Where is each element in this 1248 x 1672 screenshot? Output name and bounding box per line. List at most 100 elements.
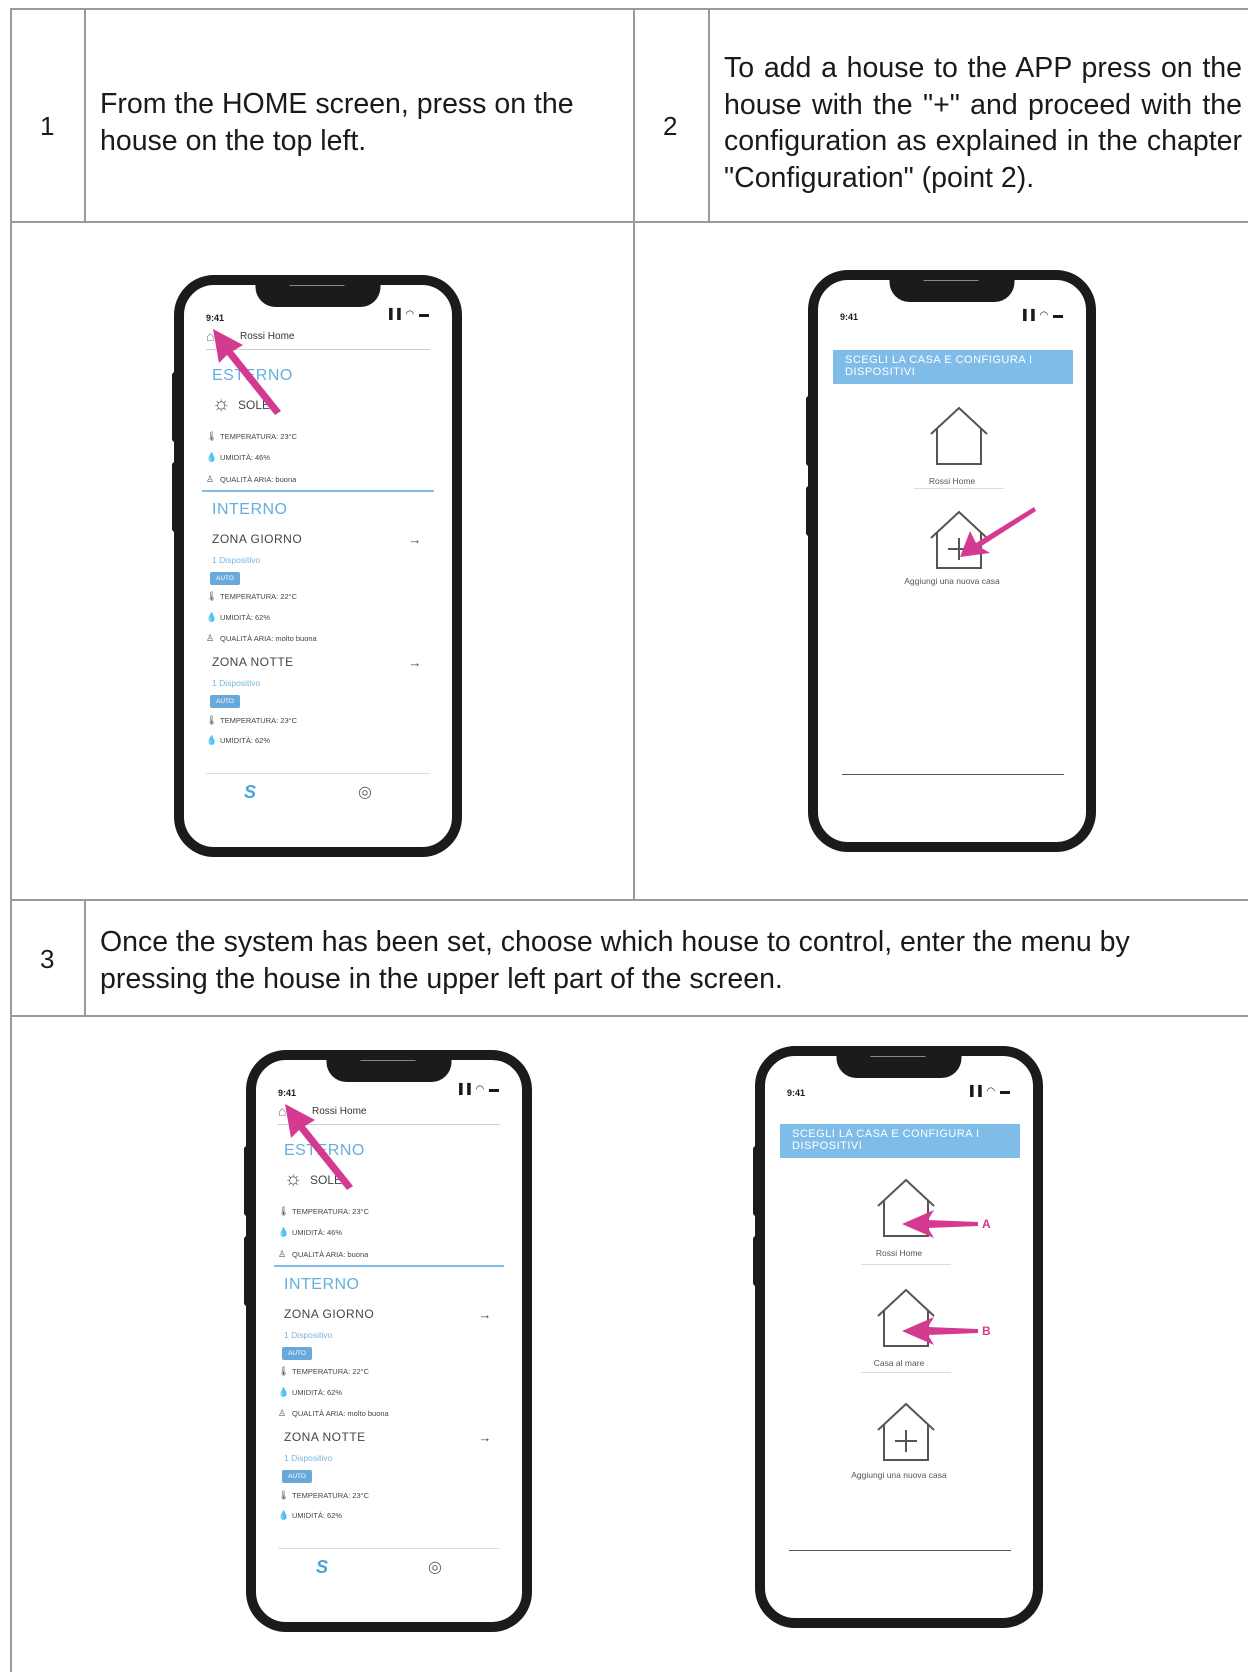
zona-giorno-humidity: 💧 UMIDITÀ: 62% [278, 1387, 342, 1398]
zona-notte-humidity: 💧 UMIDITÀ: 62% [278, 1510, 342, 1521]
step-number-1: 1 [40, 111, 55, 141]
choose-house-banner: SCEGLI LA CASA E CONFIGURA I DISPOSITIVI [833, 350, 1073, 384]
drop-icon: 💧 [278, 1227, 290, 1237]
bottom-bar: S ◎ [206, 773, 430, 812]
col-divider-num1 [84, 8, 86, 222]
brand-logo-icon[interactable]: S [244, 782, 256, 803]
zone-name: ZONA GIORNO [212, 532, 303, 546]
value: QUALITÀ ARIA: molto buona [292, 1409, 389, 1418]
house-underline [861, 1264, 951, 1265]
home-icon[interactable]: ⌂ [278, 1104, 286, 1118]
phone-home-screen-2: 9:41 ▐▐ ◠ ▬ ⌂ Rossi Home ESTERNO ☼ SOLE … [246, 1050, 532, 1632]
row-divider-2 [10, 899, 1248, 901]
thermometer-icon: 🌡 [206, 431, 218, 441]
zona-notte-row[interactable]: ZONA NOTTE → [284, 1430, 493, 1445]
table-border-left [10, 8, 12, 1672]
list-end-line [789, 1550, 1011, 1551]
esterno-humidity: 💧 UMIDITÀ: 46% [278, 1227, 342, 1238]
thermometer-icon: 🌡 [206, 715, 218, 725]
status-icons: ▐▐ ◠ ▬ [966, 1086, 1011, 1097]
zone-name: ZONA GIORNO [284, 1307, 375, 1321]
header: ⌂ Rossi Home [206, 329, 430, 350]
value: UMIDITÀ: 62% [292, 1388, 343, 1397]
sun-icon: ☼ [212, 393, 231, 415]
drop-icon: 💧 [206, 735, 218, 745]
phone-select-house-2: 9:41 ▐▐ ◠ ▬ SCEGLI LA CASA E CONFIGURA I… [755, 1046, 1043, 1628]
status-icons: ▐▐ ◠ ▬ [385, 309, 430, 320]
house-underline [861, 1372, 951, 1373]
list-end-line [842, 774, 1064, 775]
arrow-right-icon[interactable]: → [409, 532, 423, 547]
phone-home-screen-1: 9:41 ▐▐ ◠ ▬ ⌂ Rossi Home ESTERNO ☼ SOLE … [174, 275, 462, 857]
air-quality-icon: ♙ [278, 1249, 287, 1259]
thermometer-icon: 🌡 [206, 591, 218, 601]
add-house-button[interactable]: Aggiungi una nuova casa [765, 1400, 1033, 1480]
marker-a: A [982, 1217, 991, 1231]
drop-icon: 💧 [278, 1510, 290, 1520]
house-icon [877, 1288, 935, 1347]
house-underline [914, 488, 1004, 489]
house-label: Rossi Home [928, 476, 976, 486]
zona-giorno-devices: 1 Dispositivo [212, 555, 261, 565]
drop-icon: 💧 [278, 1387, 290, 1397]
notch [889, 280, 1015, 302]
weather-label: SOLE [238, 398, 271, 412]
zona-giorno-air-quality: ♙ QUALITÀ ARIA: molto buona [206, 633, 317, 644]
zone-name: ZONA NOTTE [284, 1430, 366, 1444]
value: QUALITÀ ARIA: buona [292, 1250, 369, 1259]
zona-notte-temperature: 🌡 TEMPERATURA: 23°C [206, 715, 297, 726]
arrow-right-icon[interactable]: → [479, 1430, 493, 1445]
col-divider-num3 [84, 900, 86, 1016]
status-time: 9:41 [840, 312, 859, 322]
zone-name: ZONA NOTTE [212, 655, 294, 669]
house-label: Rossi Home [875, 1248, 923, 1258]
row-divider-1 [10, 221, 1248, 223]
house-title: Rossi Home [312, 1106, 367, 1117]
zona-giorno-row[interactable]: ZONA GIORNO → [212, 532, 423, 547]
table-border-top [10, 8, 1248, 10]
arrow-right-icon[interactable]: → [409, 655, 423, 670]
col-divider-mid [633, 8, 635, 900]
status-time: 9:41 [206, 313, 225, 323]
header: ⌂ Rossi Home [278, 1104, 500, 1125]
user-icon[interactable]: ◎ [358, 782, 372, 802]
drop-icon: 💧 [206, 612, 218, 622]
value: UMIDITÀ: 62% [220, 613, 271, 622]
notch [836, 1056, 962, 1078]
house-option-rossi[interactable]: Rossi Home [818, 398, 1086, 486]
house-option-rossi[interactable]: Rossi Home [765, 1170, 1033, 1258]
thermometer-icon: 🌡 [278, 1206, 290, 1216]
value: TEMPERATURA: 23°C [220, 432, 298, 441]
row-divider-3 [10, 1015, 1248, 1017]
zona-notte-row[interactable]: ZONA NOTTE → [212, 655, 423, 670]
status-icons: ▐▐ ◠ ▬ [1019, 310, 1064, 321]
house-option-casa-al-mare[interactable]: Casa al mare [765, 1280, 1033, 1368]
section-divider [202, 490, 434, 492]
home-icon[interactable]: ⌂ [206, 329, 214, 343]
value: UMIDITÀ: 46% [220, 453, 271, 462]
zona-giorno-mode-badge: AUTO [210, 572, 240, 585]
weather-label: SOLE [310, 1173, 343, 1187]
zona-giorno-temperature: 🌡 TEMPERATURA: 22°C [278, 1366, 369, 1377]
air-quality-icon: ♙ [206, 633, 215, 643]
add-house-button[interactable]: Aggiungi una nuova casa [818, 508, 1086, 588]
zona-giorno-devices: 1 Dispositivo [284, 1330, 333, 1340]
step-text-1: From the HOME screen, press on the house… [100, 88, 574, 157]
user-icon[interactable]: ◎ [428, 1557, 442, 1577]
zona-notte-humidity: 💧 UMIDITÀ: 62% [206, 735, 270, 746]
house-icon [877, 1178, 935, 1237]
esterno-humidity: 💧 UMIDITÀ: 46% [206, 452, 270, 463]
zona-giorno-row[interactable]: ZONA GIORNO → [284, 1307, 493, 1322]
brand-logo-icon[interactable]: S [316, 1557, 328, 1578]
interno-heading: INTERNO [212, 501, 288, 518]
step-number-3: 3 [40, 944, 55, 974]
house-icon [930, 406, 988, 465]
esterno-air-quality: ♙ QUALITÀ ARIA: buona [278, 1249, 368, 1260]
arrow-right-icon[interactable]: → [479, 1307, 493, 1322]
value: UMIDITÀ: 62% [220, 736, 271, 745]
zona-giorno-air-quality: ♙ QUALITÀ ARIA: molto buona [278, 1408, 389, 1419]
thermometer-icon: 🌡 [278, 1366, 290, 1376]
value: TEMPERATURA: 22°C [292, 1367, 370, 1376]
thermometer-icon: 🌡 [278, 1490, 290, 1500]
add-house-icon [930, 510, 988, 569]
